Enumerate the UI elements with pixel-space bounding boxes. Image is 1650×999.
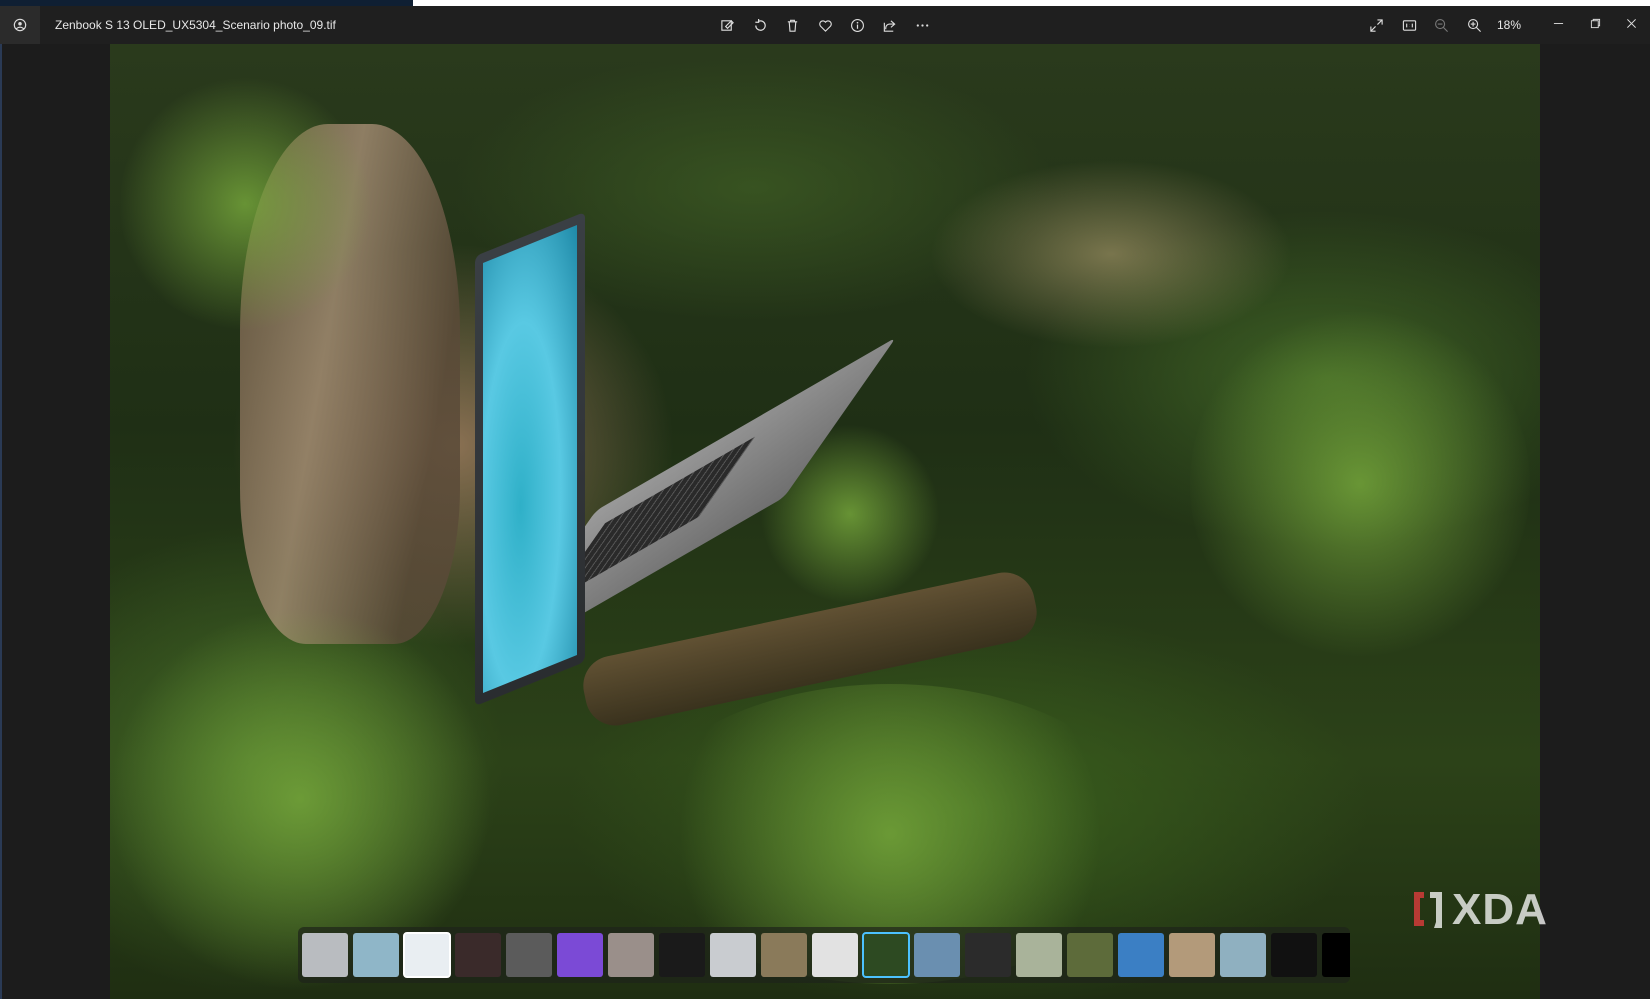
photos-app-icon[interactable] [0, 6, 40, 44]
restore-icon[interactable] [1580, 10, 1610, 36]
filmstrip-thumbnail[interactable] [1271, 933, 1317, 977]
close-icon[interactable] [1616, 10, 1646, 36]
filmstrip-thumbnail[interactable] [965, 933, 1011, 977]
watermark-text: XDA [1452, 885, 1548, 934]
minimize-icon[interactable] [1543, 10, 1573, 36]
title-bar: Zenbook S 13 OLED_UX5304_Scenario photo_… [0, 6, 1650, 44]
xda-watermark: XDA [1410, 885, 1548, 935]
filmstrip-thumbnail[interactable] [1322, 933, 1350, 977]
laptop-display [483, 225, 577, 693]
window-title: Zenbook S 13 OLED_UX5304_Scenario photo_… [55, 18, 336, 32]
filmstrip-thumbnail[interactable] [1118, 933, 1164, 977]
filmstrip-thumbnail[interactable] [557, 933, 603, 977]
displayed-photo[interactable] [110, 44, 1540, 999]
filmstrip-thumbnail[interactable] [812, 933, 858, 977]
filmstrip-thumbnail[interactable] [914, 933, 960, 977]
filmstrip-thumbnail[interactable] [1169, 933, 1215, 977]
share-icon[interactable] [876, 12, 902, 38]
filmstrip-thumbnail[interactable] [455, 933, 501, 977]
filmstrip-thumbnail[interactable] [1067, 933, 1113, 977]
actual-size-icon[interactable] [1396, 12, 1422, 38]
filmstrip-thumbnail[interactable] [1016, 933, 1062, 977]
edit-image-icon[interactable] [714, 12, 740, 38]
foliage-top-left [120, 74, 370, 334]
more-icon[interactable] [909, 12, 935, 38]
filmstrip-thumbnail[interactable] [761, 933, 807, 977]
filmstrip-thumbnail[interactable] [1220, 933, 1266, 977]
filmstrip-thumbnail[interactable] [403, 932, 451, 978]
zoom-level[interactable]: 18% [1497, 18, 1521, 32]
xda-logo-icon [1414, 892, 1442, 928]
fullscreen-icon[interactable] [1363, 12, 1389, 38]
laptop-screen [475, 211, 585, 707]
zoom-in-icon[interactable] [1461, 12, 1487, 38]
filmstrip[interactable] [298, 927, 1350, 983]
filmstrip-thumbnail[interactable] [608, 933, 654, 977]
filmstrip-thumbnail[interactable] [862, 932, 910, 978]
filmstrip-thumbnail[interactable] [710, 933, 756, 977]
filmstrip-thumbnail[interactable] [506, 933, 552, 977]
favorite-icon[interactable] [812, 12, 838, 38]
rotate-icon[interactable] [747, 12, 773, 38]
foliage-right [1190, 304, 1530, 664]
info-icon[interactable] [844, 12, 870, 38]
filmstrip-thumbnail[interactable] [353, 933, 399, 977]
filmstrip-thumbnail[interactable] [659, 933, 705, 977]
delete-icon[interactable] [779, 12, 805, 38]
zoom-out-icon[interactable] [1428, 12, 1454, 38]
filmstrip-thumbnail[interactable] [302, 933, 348, 977]
